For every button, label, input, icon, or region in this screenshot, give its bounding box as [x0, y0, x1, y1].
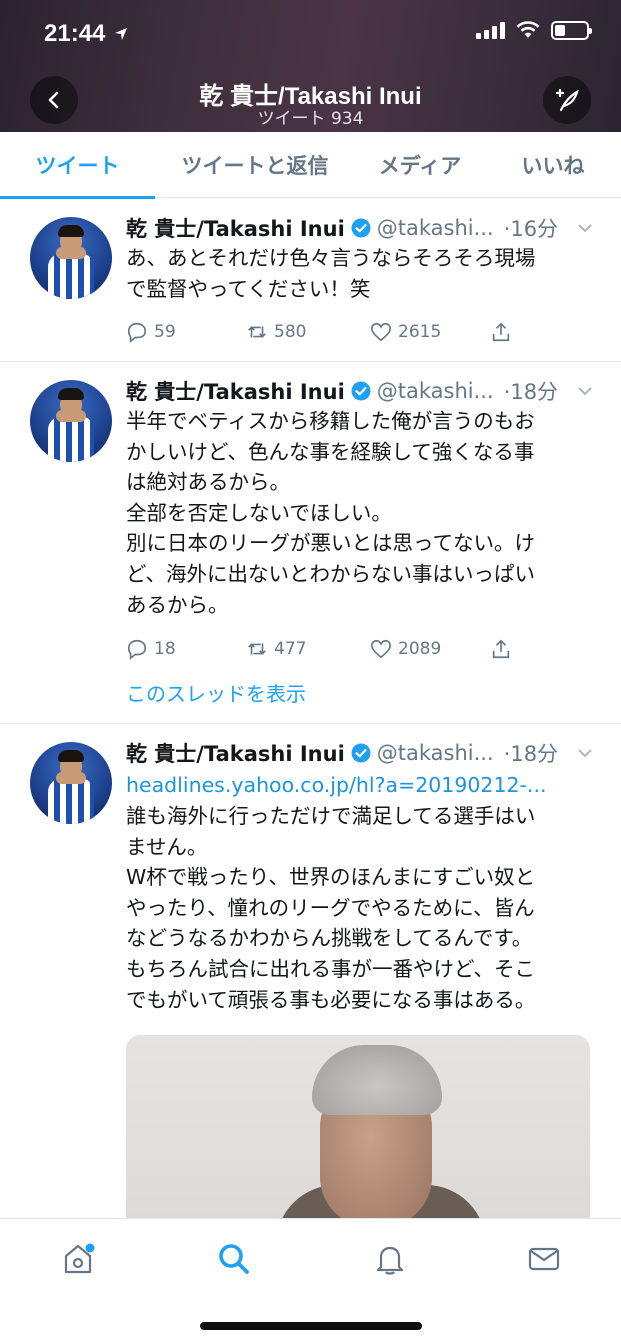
tweet-text: あ、あとそれだけ色々言うならそろそろ現場 で監督やってください！笑 [126, 246, 536, 301]
like-button[interactable]: 2615 [370, 321, 490, 343]
tweet-text: 誰も海外に行っただけで満足してる選手はい ません。 W杯で戦ったり、世界のほんま… [126, 804, 536, 1012]
tweet-actions: 59 580 2615 [126, 321, 512, 343]
nav-messages[interactable] [524, 1239, 564, 1279]
retweet-count: 580 [274, 322, 307, 342]
nav-home[interactable] [58, 1239, 98, 1279]
search-icon [219, 1244, 249, 1274]
author-handle: @takashi... [376, 379, 494, 403]
tweet-media-image[interactable] [126, 1035, 590, 1225]
tab-tweets[interactable]: ツイート [0, 132, 155, 199]
profile-header: 21:44 乾 貴士/Takashi Inui ツイート 934 [0, 0, 621, 132]
heart-icon [371, 322, 391, 342]
retweet-count: 477 [274, 639, 307, 659]
verified-badge-icon [351, 743, 371, 763]
compose-tweet-button[interactable] [543, 76, 591, 124]
verified-badge-icon [351, 381, 371, 401]
location-arrow-icon [115, 28, 127, 40]
like-count: 2089 [398, 639, 442, 659]
author-handle: @takashi... [376, 741, 494, 765]
status-indicators [476, 20, 592, 40]
like-button[interactable]: 2089 [370, 638, 490, 660]
show-thread-link[interactable]: このスレッドを表示 [126, 678, 306, 707]
tweet[interactable]: 乾 貴士/Takashi Inui @takashi... ·18分 半年でベテ… [0, 362, 621, 724]
share-button[interactable] [490, 638, 512, 660]
reply-icon [127, 639, 147, 660]
reply-icon [127, 322, 147, 343]
heart-icon [371, 639, 391, 659]
tweet[interactable]: 乾 貴士/Takashi Inui @takashi... ·16分 あ、あとそ… [0, 199, 621, 362]
home-indicator[interactable] [200, 1322, 422, 1330]
tweet-time: ·18分 [503, 380, 559, 404]
tweet-link[interactable]: headlines.yahoo.co.jp/hl?a=20190212-... [126, 770, 596, 801]
tweet-header: 乾 貴士/Takashi Inui @takashi... ·18分 [126, 738, 558, 768]
reply-button[interactable]: 18 [126, 638, 246, 660]
compose-quill-icon [555, 88, 579, 112]
nav-search[interactable] [214, 1239, 254, 1279]
nav-notifications[interactable] [370, 1239, 410, 1279]
mail-icon [528, 1247, 560, 1271]
status-time: 21:44 [44, 20, 106, 47]
tweet-time: ·16分 [503, 217, 559, 241]
wifi-icon [516, 21, 540, 38]
chevron-down-icon[interactable] [577, 748, 593, 758]
tab-media[interactable]: メディア [355, 132, 485, 198]
profile-tabs: ツイート ツイートと返信 メディア いいね [0, 132, 621, 199]
share-icon [492, 639, 510, 659]
retweet-icon [248, 643, 266, 655]
bell-icon [376, 1246, 404, 1275]
tweet-count: ツイート 934 [257, 109, 364, 129]
reply-count: 18 [154, 639, 176, 659]
tab-likes[interactable]: いいね [485, 132, 621, 198]
avatar[interactable] [30, 742, 112, 824]
retweet-button[interactable]: 580 [246, 321, 370, 343]
avatar[interactable] [30, 217, 112, 299]
retweet-icon [248, 326, 266, 338]
share-icon [492, 322, 510, 342]
tab-tweets-and-replies[interactable]: ツイートと返信 [155, 132, 355, 198]
author-name[interactable]: 乾 貴士/Takashi Inui [126, 213, 345, 243]
tweet-header: 乾 貴士/Takashi Inui @takashi... ·16分 [126, 213, 558, 243]
tweet-actions: 18 477 2089 [126, 638, 512, 660]
reply-button[interactable]: 59 [126, 321, 246, 343]
retweet-button[interactable]: 477 [246, 638, 370, 660]
battery-icon [551, 20, 592, 40]
author-name[interactable]: 乾 貴士/Takashi Inui [126, 376, 345, 406]
tweet-text: 半年でベティスから移籍した俺が言うのもお かしいけど、色んな事を経験して強くなる… [126, 409, 535, 617]
home-icon [64, 1243, 95, 1274]
author-handle: @takashi... [376, 216, 494, 240]
cellular-signal-icon [476, 21, 505, 39]
reply-count: 59 [154, 322, 176, 342]
verified-badge-icon [351, 218, 371, 238]
chevron-down-icon[interactable] [577, 386, 593, 396]
chevron-down-icon[interactable] [577, 223, 593, 233]
tweet-header: 乾 貴士/Takashi Inui @takashi... ·18分 [126, 376, 558, 406]
avatar[interactable] [30, 380, 112, 462]
like-count: 2615 [398, 322, 442, 342]
share-button[interactable] [490, 321, 512, 343]
tweet-time: ·18分 [503, 742, 559, 766]
author-name[interactable]: 乾 貴士/Takashi Inui [126, 738, 345, 768]
